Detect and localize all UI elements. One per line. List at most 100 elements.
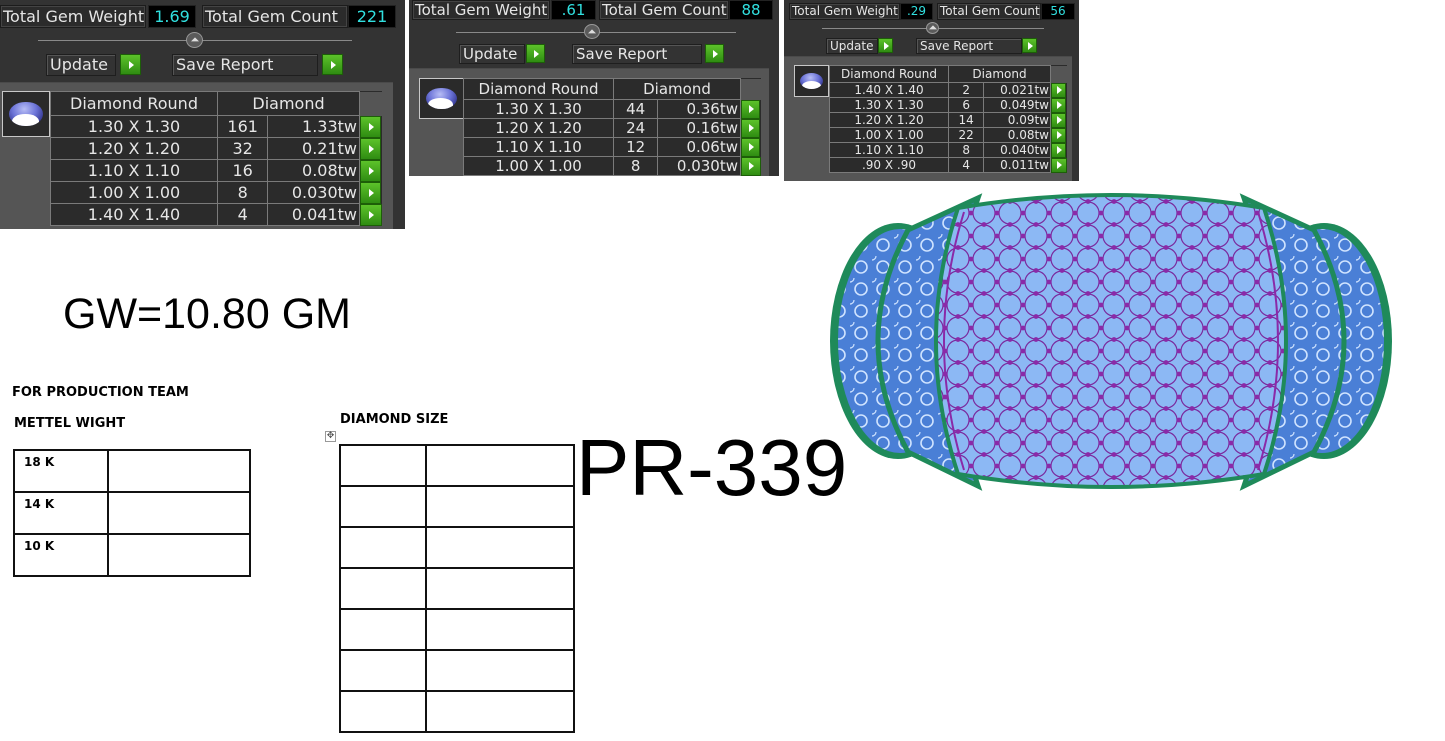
weight-cell: 0.011tw [983,157,1051,173]
table-row: 1.40 X 1.40 2 0.021tw [829,82,1067,98]
value-cell[interactable] [425,608,575,651]
header-material: Diamond [948,65,1051,83]
save-report-go-button[interactable] [1022,38,1037,53]
count-cell: 24 [612,118,659,138]
row-go-button[interactable] [360,159,381,182]
size-cell[interactable] [339,567,427,610]
table-header-row: Diamond Round Diamond [829,65,1067,83]
gem-table-area: Diamond Round Diamond 1.40 X 1.40 2 0.02… [784,56,1072,181]
weight-input-cell[interactable] [107,533,251,577]
value-cell[interactable] [425,485,575,528]
row-go-button[interactable] [741,118,760,138]
row-go-button[interactable] [360,115,381,138]
table-row: 1.00 X 1.00 8 0.030tw [50,181,382,204]
table-row: 18 K [13,449,251,493]
total-gem-weight-value: .61 [551,0,596,20]
weight-input-cell[interactable] [107,449,251,493]
update-go-button[interactable] [120,54,141,75]
table-row: 14 K [13,491,251,535]
weight-cell: 0.049tw [983,97,1051,113]
row-go-button[interactable] [1051,112,1066,128]
count-cell: 32 [216,137,269,160]
size-cell: 1.10 X 1.10 [829,142,949,158]
save-report-button[interactable]: Save Report [572,44,702,64]
size-cell[interactable] [339,608,427,651]
gem-report-panel-2: Total Gem Weight .61 Total Gem Count 88 … [409,0,779,176]
size-cell: 1.40 X 1.40 [829,82,949,98]
save-report-go-button[interactable] [705,44,724,63]
weight-cell: 0.08tw [983,127,1051,143]
value-cell[interactable] [425,649,575,692]
size-cell[interactable] [339,444,427,487]
row-go-button[interactable] [1051,127,1066,143]
collapse-button[interactable] [926,22,939,34]
value-cell[interactable] [425,526,575,569]
weight-cell: 1.33tw [267,115,360,138]
size-cell: 1.00 X 1.00 [829,127,949,143]
weight-input-cell[interactable] [107,491,251,535]
header-shape: Diamond Round [463,78,614,100]
row-go-button[interactable] [1051,82,1066,98]
row-go-button[interactable] [1051,142,1066,158]
row-go-cell [359,115,382,138]
table-row: 1.20 X 1.20 24 0.16tw [463,118,761,138]
total-gem-count-value: 56 [1041,3,1075,20]
total-gem-count-label: Total Gem Count [937,3,1041,20]
update-button[interactable]: Update [46,54,116,76]
diamond-round-thumbnail[interactable] [419,78,464,119]
size-cell: 1.30 X 1.30 [463,99,614,119]
row-go-cell [359,159,382,182]
weight-cell: 0.08tw [267,159,360,182]
row-go-cell [1050,112,1067,128]
collapse-button[interactable] [584,24,600,39]
update-button[interactable]: Update [826,38,878,54]
row-go-button[interactable] [1051,97,1066,113]
table-row: 1.30 X 1.30 44 0.36tw [463,99,761,119]
value-cell[interactable] [425,690,575,733]
row-go-button[interactable] [741,99,760,119]
size-cell: 1.30 X 1.30 [50,115,218,138]
size-cell: 1.00 X 1.00 [463,156,614,176]
size-cell[interactable] [339,526,427,569]
table-row: .90 X .90 4 0.011tw [829,157,1067,173]
header-shape: Diamond Round [829,65,949,83]
row-go-button[interactable] [360,203,382,226]
value-cell[interactable] [425,567,575,610]
weight-cell: 0.030tw [267,181,360,204]
row-go-button[interactable] [741,137,760,157]
row-go-cell [359,181,382,204]
size-cell: .90 X .90 [829,157,949,173]
save-report-button[interactable]: Save Report [172,54,318,76]
collapse-button[interactable] [186,32,203,48]
size-cell[interactable] [339,649,427,692]
table-row [339,567,575,610]
row-go-button[interactable] [360,181,381,204]
row-go-cell [1050,97,1067,113]
save-report-go-button[interactable] [322,54,343,75]
count-cell: 8 [612,156,659,176]
size-cell: 1.30 X 1.30 [829,97,949,113]
gem-table: Diamond Round Diamond 1.30 X 1.30 161 1.… [50,91,382,226]
weight-cell: 0.041tw [267,203,360,226]
row-go-button[interactable] [741,156,761,176]
size-cell[interactable] [339,690,427,733]
count-cell: 2 [947,82,985,98]
diamond-round-thumbnail[interactable] [2,91,50,137]
karat-cell: 18 K [13,449,109,493]
size-cell[interactable] [339,485,427,528]
table-row: 1.20 X 1.20 32 0.21tw [50,137,382,160]
update-go-button[interactable] [526,44,545,63]
table-move-handle-icon[interactable]: ✥ [325,431,336,442]
row-go-button[interactable] [1051,157,1067,173]
table-row: 1.00 X 1.00 22 0.08tw [829,127,1067,143]
spacer [740,78,761,100]
save-report-button[interactable]: Save Report [916,38,1022,54]
row-go-button[interactable] [360,137,381,160]
value-cell[interactable] [425,444,575,487]
update-button[interactable]: Update [459,44,525,64]
weight-cell: 0.36tw [657,99,741,119]
diamond-round-thumbnail[interactable] [794,65,829,97]
update-go-button[interactable] [878,38,893,53]
total-gem-weight-value: .29 [900,3,933,20]
metal-weight-table: 18 K 14 K 10 K [13,449,251,577]
